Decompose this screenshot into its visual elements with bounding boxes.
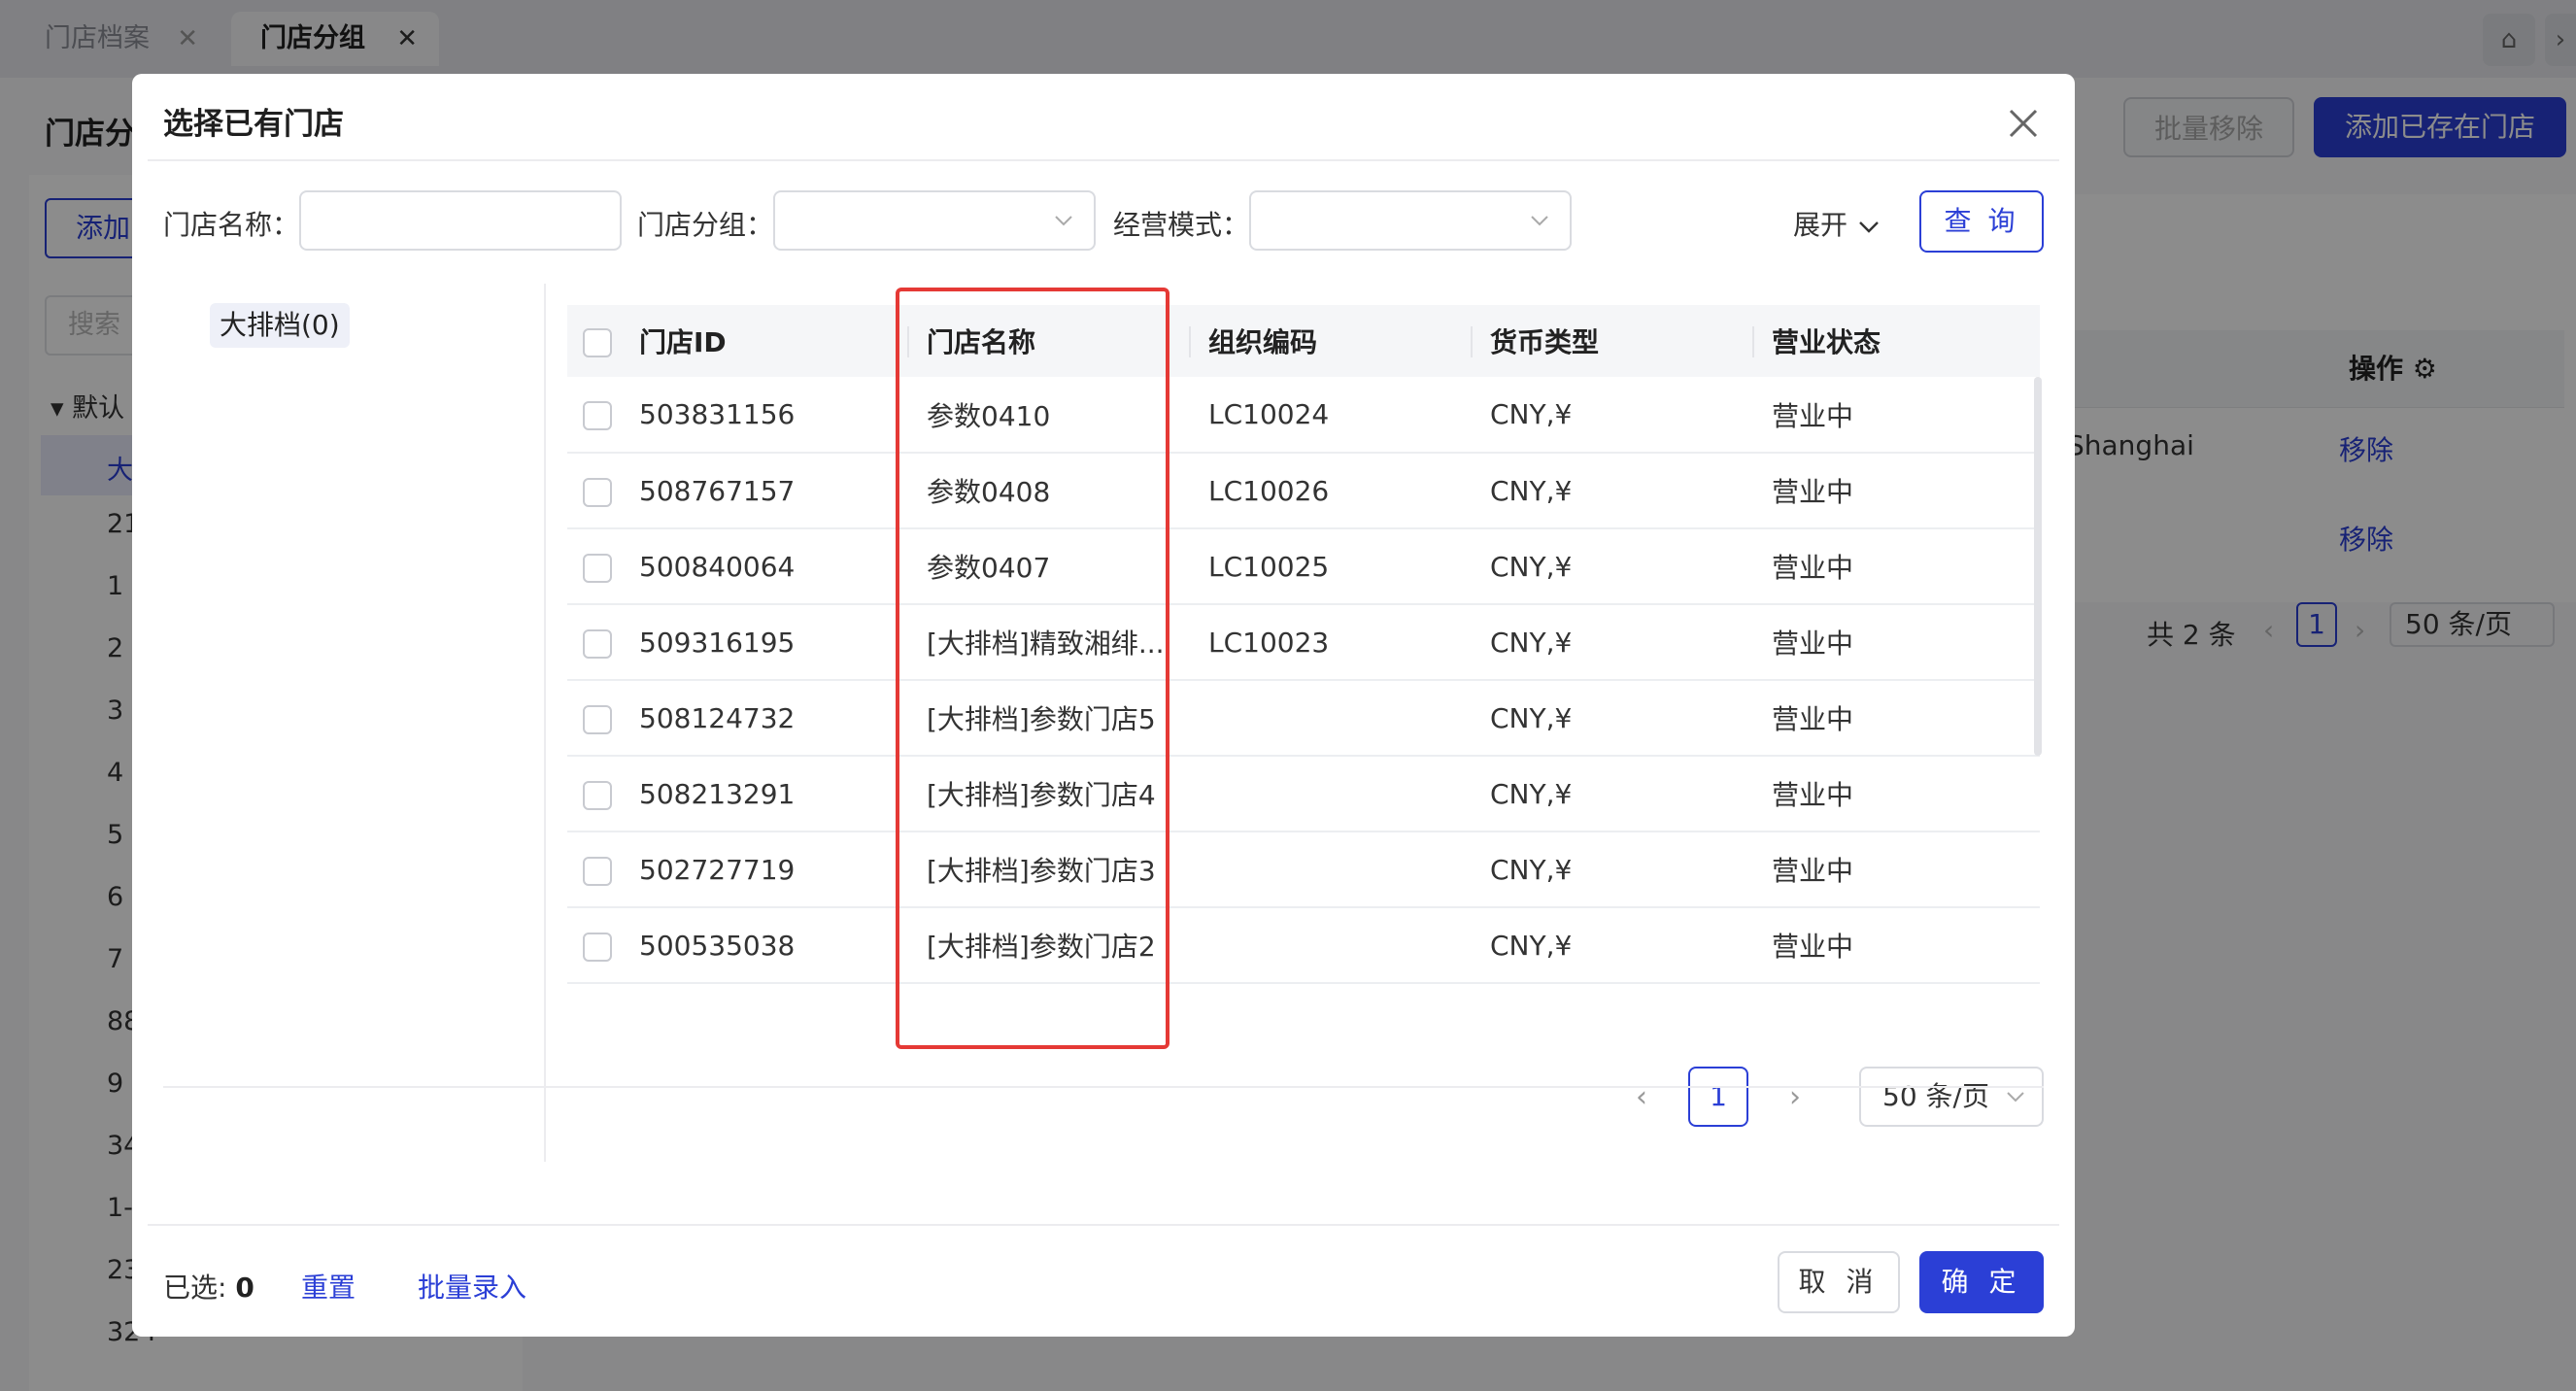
org-code-cell (1191, 907, 1473, 983)
row-checkbox-cell (567, 604, 627, 680)
status-cell: 营业中 (1772, 779, 1854, 811)
batch-input-link[interactable]: 批量录入 (418, 1267, 526, 1306)
store-id-cell: 508767157 (639, 474, 796, 507)
row-checkbox-cell (567, 377, 627, 453)
row-checkbox[interactable] (583, 856, 612, 886)
table-header-row: 门店ID 门店名称 组织编码 货币类型 营业状态 (567, 305, 2040, 377)
row-checkbox-cell (567, 453, 627, 528)
status-cell: 营业中 (1772, 931, 1854, 963)
org-code-cell (1191, 831, 1473, 907)
page-size-label: 50 条/页 (1882, 1080, 1989, 1112)
org-code-cell: LC10023 (1208, 626, 1330, 659)
col-currency: 货币类型 (1473, 305, 1754, 377)
currency-cell: CNY,¥ (1490, 626, 1573, 659)
table-row[interactable]: 508767157 参数0408 LC10026 CNY,¥ 营业中 (567, 453, 2040, 528)
tree-node-dapaidang[interactable]: 大排档(0) (210, 303, 350, 348)
org-code-cell (1191, 680, 1473, 756)
currency-cell: CNY,¥ (1490, 853, 1573, 886)
business-mode-label: 经营模式： (1113, 209, 1250, 241)
row-checkbox[interactable] (583, 628, 612, 659)
reset-link[interactable]: 重置 (301, 1267, 356, 1306)
table-body: 503831156 参数0410 LC10024 CNY,¥ 营业中 508767157 参… (567, 377, 2040, 983)
row-checkbox-cell (567, 528, 627, 604)
currency-cell: CNY,¥ (1490, 929, 1573, 962)
highlight-box (896, 288, 1169, 1049)
row-checkbox[interactable] (583, 401, 612, 430)
modal-title: 选择已有门店 (163, 107, 344, 142)
row-checkbox[interactable] (583, 477, 612, 507)
store-id-cell: 500840064 (639, 550, 796, 583)
store-table: 门店ID 门店名称 组织编码 货币类型 营业状态 503831156 参数0410… (567, 305, 2040, 984)
table-row[interactable]: 503831156 参数0410 LC10024 CNY,¥ 营业中 (567, 377, 2040, 453)
table-row[interactable]: 509316195 [大排档]精致湘绯... LC10023 CNY,¥ 营业中 (567, 604, 2040, 680)
query-button[interactable]: 查 询 (1919, 190, 2044, 253)
store-id-cell: 508124732 (639, 701, 796, 734)
currency-cell: CNY,¥ (1490, 701, 1573, 734)
status-cell: 营业中 (1772, 628, 1854, 660)
table-row[interactable]: 502727719 [大排档]参数门店3 CNY,¥ 营业中 (567, 831, 2040, 907)
status-cell: 营业中 (1772, 855, 1854, 887)
table-row[interactable]: 508213291 [大排档]参数门店4 CNY,¥ 营业中 (567, 756, 2040, 831)
select-store-modal: 选择已有门店 门店名称： 门店分组： 经营模式： 展开 查 询 大排档(0) 门… (132, 74, 2075, 1337)
col-org-code: 组织编码 (1191, 305, 1473, 377)
org-code-cell: LC10025 (1208, 550, 1330, 583)
store-name-label: 门店名称： (163, 209, 300, 241)
store-id-cell: 500535038 (639, 929, 796, 962)
org-code-cell: LC10026 (1208, 474, 1330, 507)
cancel-button[interactable]: 取 消 (1778, 1251, 1900, 1313)
page-size-select[interactable]: 50 条/页 (1859, 1067, 2044, 1127)
select-all-cell (567, 305, 627, 377)
table-row[interactable]: 508124732 [大排档]参数门店5 CNY,¥ 营业中 (567, 680, 2040, 756)
status-cell: 营业中 (1772, 552, 1854, 584)
row-checkbox-cell (567, 756, 627, 831)
org-code-cell: LC10024 (1208, 398, 1330, 430)
chevron-down-icon (2007, 1092, 2024, 1103)
currency-cell: CNY,¥ (1490, 474, 1573, 507)
currency-cell: CNY,¥ (1490, 550, 1573, 583)
row-checkbox-cell (567, 680, 627, 756)
chevron-down-icon (1055, 216, 1072, 226)
store-group-label: 门店分组： (637, 209, 774, 241)
confirm-button[interactable]: 确 定 (1919, 1251, 2044, 1313)
currency-cell: CNY,¥ (1490, 777, 1573, 810)
status-cell: 营业中 (1772, 476, 1854, 508)
table-scrollbar[interactable] (2034, 377, 2042, 756)
footer-divider (148, 1224, 2059, 1226)
col-store-id: 门店ID (627, 305, 909, 377)
store-id-cell: 502727719 (639, 853, 796, 886)
store-id-cell: 503831156 (639, 398, 796, 430)
org-code-cell (1191, 756, 1473, 831)
close-icon[interactable] (2007, 107, 2040, 140)
select-all-checkbox[interactable] (583, 327, 612, 357)
selected-count: 已选: 0 (163, 1272, 254, 1304)
expand-label: 展开 (1793, 209, 1848, 241)
expand-toggle[interactable]: 展开 (1793, 204, 1881, 243)
row-checkbox[interactable] (583, 553, 612, 583)
group-tree-pane (163, 284, 546, 1162)
business-mode-select[interactable] (1249, 190, 1572, 251)
table-row[interactable]: 500535038 [大排档]参数门店2 CNY,¥ 营业中 (567, 907, 2040, 983)
row-checkbox[interactable] (583, 780, 612, 810)
store-id-cell: 509316195 (639, 626, 796, 659)
col-status: 营业状态 (1772, 326, 1881, 358)
status-cell: 营业中 (1772, 703, 1854, 735)
currency-cell: CNY,¥ (1490, 398, 1573, 430)
chevron-down-icon (1859, 221, 1879, 233)
divider (148, 159, 2059, 161)
row-checkbox-cell (567, 907, 627, 983)
chevron-down-icon (1531, 216, 1548, 226)
divider (163, 1086, 2044, 1088)
row-checkbox[interactable] (583, 704, 612, 734)
store-group-select[interactable] (773, 190, 1096, 251)
row-checkbox[interactable] (583, 932, 612, 962)
current-page[interactable]: 1 (1688, 1067, 1748, 1127)
row-checkbox-cell (567, 831, 627, 907)
store-name-input[interactable] (299, 190, 622, 251)
status-cell: 营业中 (1772, 399, 1854, 432)
table-row[interactable]: 500840064 参数0407 LC10025 CNY,¥ 营业中 (567, 528, 2040, 604)
store-id-cell: 508213291 (639, 777, 796, 810)
